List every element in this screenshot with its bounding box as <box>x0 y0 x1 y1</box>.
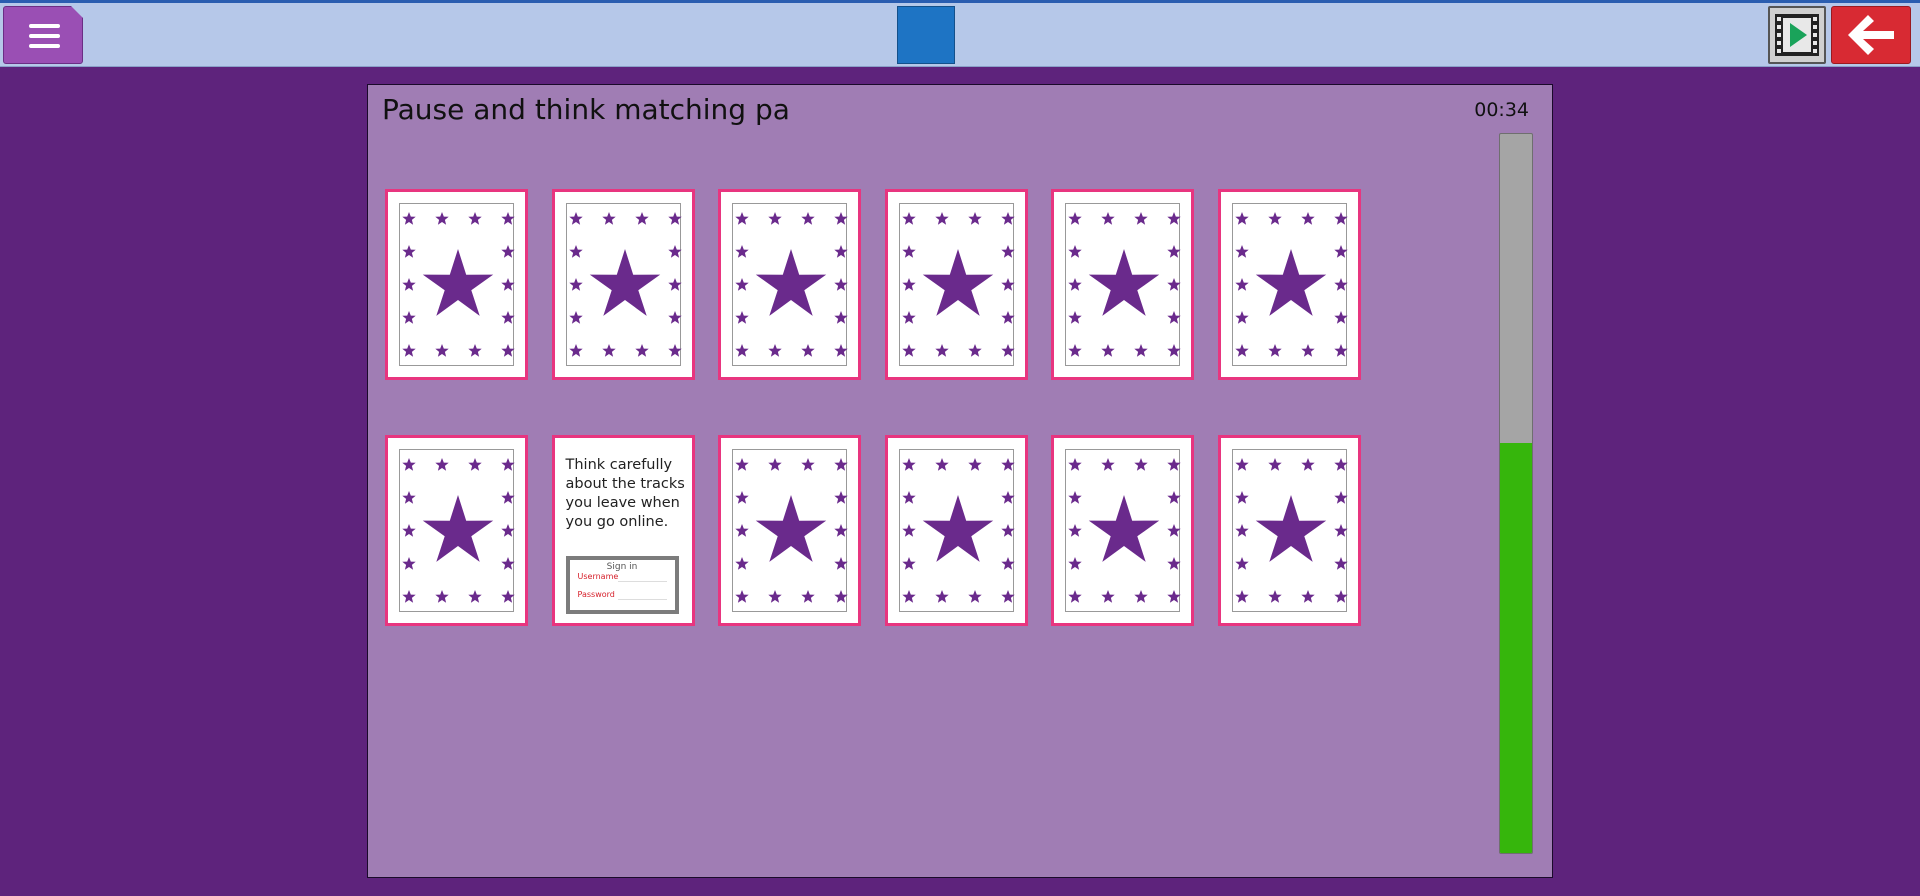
star-pattern-icon <box>1234 212 1348 357</box>
film-play-icon <box>1775 14 1819 56</box>
back-button[interactable] <box>1831 6 1911 64</box>
game-panel: Pause and think matching pa 00:34 Think … <box>367 84 1553 878</box>
signin-username-line <box>617 581 667 582</box>
center-square-button[interactable] <box>897 6 955 64</box>
star-pattern-icon <box>901 212 1015 357</box>
card-hidden[interactable] <box>1217 435 1361 626</box>
time-progress-bar <box>1499 133 1533 854</box>
card-hidden[interactable] <box>884 189 1028 380</box>
card-hidden[interactable] <box>1217 189 1361 380</box>
signin-username-label: Username <box>577 572 619 581</box>
signin-title: Sign in <box>606 562 638 572</box>
card-hidden[interactable] <box>385 189 528 380</box>
star-pattern-icon <box>735 212 848 357</box>
card-revealed[interactable]: Think carefully about the tracks you lea… <box>551 435 695 626</box>
card-hidden[interactable] <box>1051 189 1194 380</box>
star-pattern-icon <box>1234 458 1348 603</box>
page-fold-icon <box>71 6 83 18</box>
star-pattern-icon <box>402 458 515 603</box>
card-hidden[interactable] <box>718 435 861 626</box>
game-title: Pause and think matching pa <box>382 93 790 126</box>
star-pattern-icon <box>1068 212 1181 357</box>
card-hidden[interactable] <box>385 435 528 626</box>
video-button[interactable] <box>1768 6 1826 64</box>
time-progress-fill <box>1500 443 1532 853</box>
star-pattern-icon <box>901 458 1015 603</box>
card-hidden[interactable] <box>1051 435 1194 626</box>
card-face-text: Think carefully about the tracks you lea… <box>565 457 685 530</box>
card-hidden[interactable] <box>718 189 861 380</box>
timer: 00:34 <box>1474 99 1529 121</box>
card-hidden[interactable] <box>884 435 1028 626</box>
star-pattern-icon <box>402 212 515 357</box>
menu-button[interactable] <box>3 6 83 64</box>
signin-password-label: Password <box>577 590 615 599</box>
card-hidden[interactable] <box>551 189 695 380</box>
signin-password-line <box>617 599 667 600</box>
arrow-left-icon <box>1848 15 1894 55</box>
star-pattern-icon <box>568 212 682 357</box>
star-pattern-icon <box>735 458 848 603</box>
top-toolbar <box>0 0 1920 67</box>
signin-illustration: Sign in Username Password <box>565 556 679 614</box>
star-pattern-icon <box>1068 458 1181 603</box>
